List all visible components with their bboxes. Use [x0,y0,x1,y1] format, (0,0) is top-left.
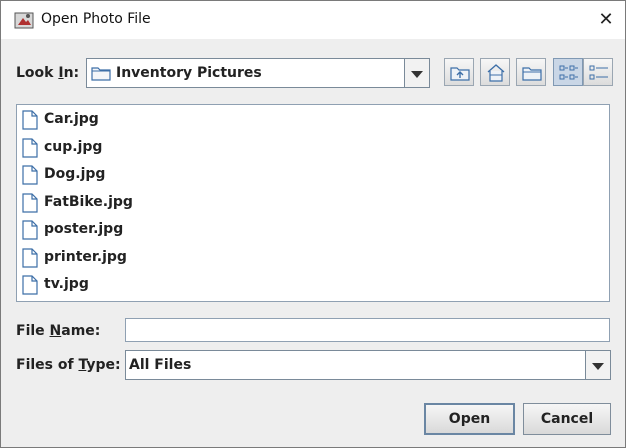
file-name-text: tv.jpg [44,276,89,292]
list-view-button[interactable] [553,58,583,86]
folder-up-icon [450,67,470,81]
file-name-text: Car.jpg [44,111,99,127]
folder-icon [91,67,111,81]
new-folder-button[interactable] [516,58,546,86]
java-app-icon [14,12,34,29]
look-in-value: Inventory Pictures [116,65,262,81]
look-in-combo[interactable]: Inventory Pictures [86,58,430,88]
up-one-level-button[interactable] [444,58,474,86]
file-type-label-prefix: Files of [16,357,79,373]
file-icon [22,110,38,130]
file-name-text: poster.jpg [44,221,124,237]
file-type-dropdown-arrow[interactable] [585,351,610,379]
file-type-combo[interactable]: All Files [125,350,611,380]
list-view-icon [559,65,578,80]
home-icon [487,64,505,82]
file-name-label: File Name: [16,323,100,339]
window-title: Open Photo File [41,11,151,27]
file-icon [22,220,38,240]
title-bar[interactable]: Open Photo File ✕ [1,1,625,39]
file-name-text: printer.jpg [44,248,127,265]
file-icon [22,247,38,268]
file-name-input[interactable] [125,318,610,342]
open-button[interactable]: Open [424,403,515,435]
file-name-label-prefix: File [16,323,50,339]
file-icon [22,192,38,213]
look-in-label-prefix: Look [16,65,59,81]
close-icon[interactable]: ✕ [595,9,617,31]
file-name-label-mnemonic: N [49,323,62,339]
file-list[interactable]: Car.jpg cup.jpg Dog.jpg FatBike.jpg poster.j… [16,104,610,302]
file-name-text: FatBike.jpg [44,193,133,210]
file-type-label: Files of Type: [16,357,121,373]
look-in-dropdown-arrow[interactable] [404,59,429,87]
cancel-button[interactable]: Cancel [523,403,611,435]
open-photo-file-dialog: Open Photo File ✕ Look In: Inventory Pic… [0,0,626,448]
file-name-label-suffix: ame: [61,323,101,339]
file-icon [22,165,38,185]
home-button[interactable] [480,58,510,86]
file-name-text: Dog.jpg [44,166,106,182]
look-in-label: Look In: [16,65,79,81]
file-icon [22,275,38,295]
look-in-label-suffix: n: [63,65,80,81]
file-name-text: cup.jpg [44,138,103,155]
details-view-icon [589,65,608,80]
file-type-value: All Files [129,357,192,373]
details-view-button[interactable] [583,58,613,86]
file-type-label-suffix: ype: [86,357,121,373]
file-icon [22,137,38,158]
new-folder-icon [522,67,542,81]
